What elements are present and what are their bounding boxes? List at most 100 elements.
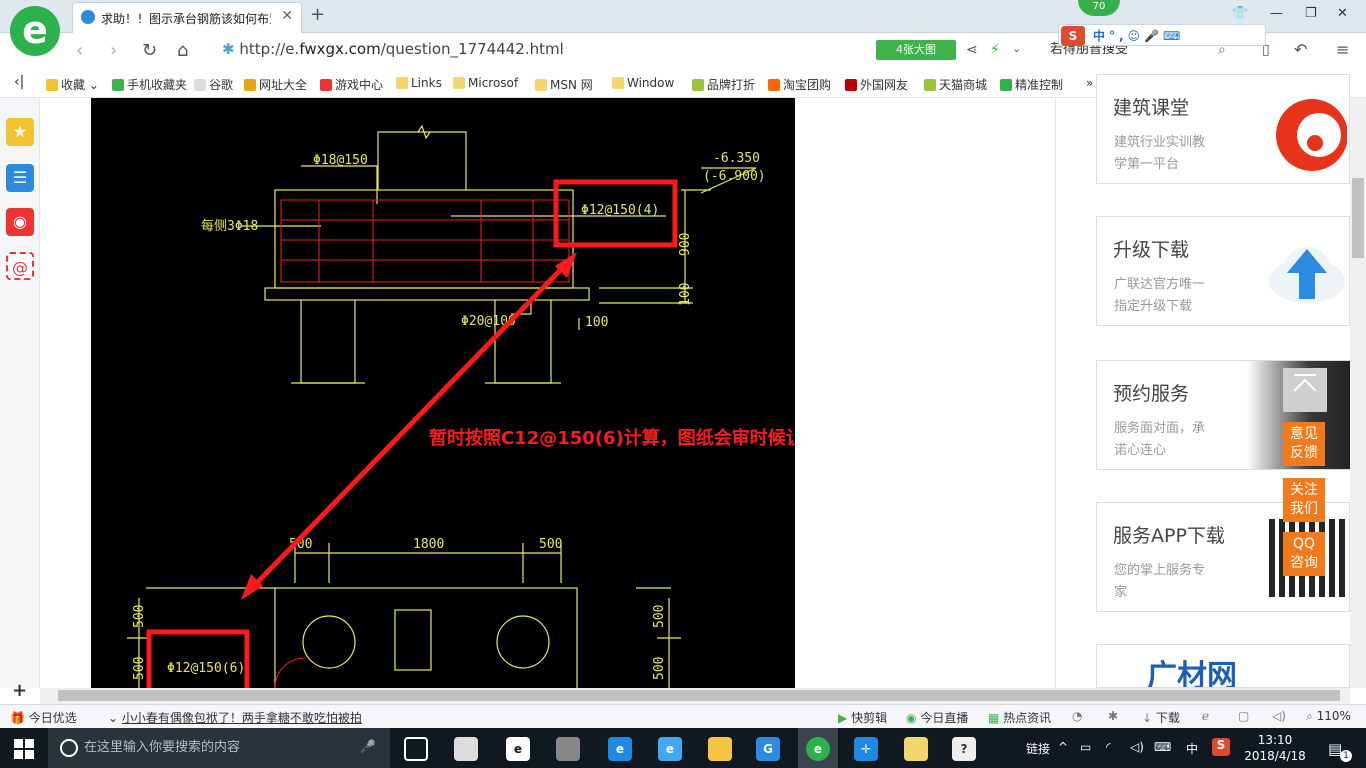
move-app-icon[interactable]: ✛ (854, 737, 878, 761)
window-icon[interactable]: ▢ (1238, 709, 1249, 723)
windows-start-icon[interactable] (14, 739, 34, 759)
microphone-icon: 🎤 (359, 740, 376, 755)
shirt-icon[interactable]: 👕 (1232, 6, 1248, 21)
tray-expand-icon[interactable]: ^ (1058, 740, 1068, 754)
home-button[interactable]: ⌂ (177, 40, 188, 61)
task-view-icon[interactable] (404, 737, 428, 761)
url-path: /question_1774442.html (380, 40, 564, 58)
bookmark-item[interactable]: 外国网友 (845, 76, 908, 93)
add-sidebar-button[interactable]: + (12, 680, 27, 701)
notes-app-icon[interactable] (904, 737, 928, 761)
download-button[interactable]: ↓ 下载 (1142, 709, 1180, 726)
vertical-scroll-thumb[interactable] (1352, 178, 1364, 258)
bookmark-item[interactable]: Window (612, 76, 674, 90)
fan-app-icon[interactable] (454, 737, 478, 761)
card-desc: 广联达官方唯一 (1114, 277, 1206, 292)
ime-toolbar[interactable]: S 中°,☺🎤⌨ (1058, 24, 1266, 46)
drawing-annotation: 暂时按照C12@150(6)计算，图纸会审时候让设计明确 (429, 427, 795, 449)
highlight-box-bottom (146, 629, 250, 688)
wifi-icon[interactable]: ◜ (1106, 740, 1111, 754)
back-button[interactable]: ‹ (76, 40, 83, 61)
sogou-tray-icon[interactable]: S (1212, 738, 1230, 756)
bookmark-item[interactable]: Links (396, 76, 442, 90)
star-icon (46, 79, 58, 91)
bookmark-item[interactable]: 天猫商城 (924, 76, 987, 93)
sidebar-toggle-icon[interactable]: ‹| (14, 74, 24, 90)
help-app-icon[interactable]: ? (952, 737, 976, 761)
news-ticker[interactable]: ⌄ 小小春有偶像包袱了！两手拿糖不敢吃怕被拍 (108, 709, 362, 726)
refresh-button[interactable]: ↻ (142, 40, 157, 61)
ie-mode-icon[interactable]: ℯ (1202, 709, 1209, 723)
bookmark-item[interactable]: 游戏中心 (320, 76, 383, 93)
weibo-icon[interactable]: ◉ (6, 208, 34, 236)
favorites-icon[interactable]: ★ (6, 118, 34, 146)
browser-logo-icon[interactable]: e (10, 6, 60, 56)
clock[interactable]: 13:10 2018/4/18 (1240, 732, 1310, 764)
edge-icon[interactable]: e (608, 737, 632, 761)
qq-consult-button[interactable]: QQ 咨询 (1283, 532, 1325, 576)
live-button[interactable]: ◉ 今日直播 (906, 709, 968, 726)
tab-active[interactable]: 求助！！图示承台钢筋该如何布置 ✕ (72, 2, 302, 33)
menu-icon[interactable]: ≡ (1336, 40, 1349, 59)
more-bookmarks-icon[interactable]: » (1086, 76, 1093, 90)
card-building-class[interactable]: 建筑课堂 建筑行业实训教 学第一平台 (1096, 74, 1350, 184)
bookmark-item[interactable]: 淘宝团购 (768, 76, 831, 93)
today-picks-button[interactable]: 🎁 今日优选 (10, 709, 77, 726)
link-label[interactable]: 链接 (1026, 740, 1050, 757)
drawing-label-boxed-top: Φ12@150(4) (581, 203, 659, 218)
view-images-button[interactable]: 4张大图 (876, 40, 956, 60)
address-bar[interactable]: ✱ http://e.fwxgx.com/question_1774442.ht… (222, 40, 862, 62)
bug-icon[interactable]: ✱ (1108, 709, 1118, 723)
bookmark-item[interactable]: 谷歌 (194, 76, 233, 93)
horizontal-scroll-thumb[interactable] (58, 690, 1340, 701)
volume-icon[interactable]: ◁) (1272, 709, 1286, 723)
bookmark-item[interactable]: 品牌打折 (692, 76, 755, 93)
bookmark-item[interactable]: Microsof (453, 76, 518, 90)
forward-button[interactable]: › (110, 40, 117, 61)
speaker-icon[interactable]: ◁) (1130, 740, 1144, 754)
flag-icon (845, 79, 857, 91)
minimize-button[interactable]: — (1270, 6, 1283, 21)
sogou-logo-icon: S (1061, 26, 1085, 46)
undo-icon[interactable]: ↶ (1294, 40, 1307, 59)
bookmark-item[interactable]: 网址大全 (244, 76, 307, 93)
mail-icon[interactable]: @ (6, 252, 34, 280)
share-icon[interactable]: ⋖ (966, 42, 978, 58)
speed-icon[interactable]: ◔ (1072, 709, 1082, 723)
bookmark-item[interactable]: MSN 网 (535, 76, 593, 93)
input-lang[interactable]: 中 (1186, 740, 1198, 757)
file-explorer-icon[interactable] (708, 737, 732, 761)
gift-icon: 🎁 (10, 711, 25, 725)
restore-button[interactable]: ❐ (1305, 6, 1317, 21)
ie-taskbar-icon[interactable]: e (506, 737, 530, 761)
tab-close-icon[interactable]: ✕ (281, 8, 293, 24)
new-tab-button[interactable]: + (310, 4, 325, 25)
card-title: 预约服务 (1113, 383, 1190, 405)
lightning-icon[interactable]: ⚡ (990, 42, 1000, 58)
back-to-top-button[interactable] (1283, 368, 1327, 412)
card-desc: 诺心连心 (1114, 443, 1167, 458)
bookmark-item[interactable]: 手机收藏夹 (112, 76, 187, 93)
battery-icon[interactable]: ▭ (1080, 740, 1091, 754)
glodon-app-icon[interactable]: G (756, 737, 780, 761)
internet-explorer-icon[interactable]: e (658, 737, 682, 761)
spiral-app-icon[interactable] (556, 737, 580, 761)
chevron-down-icon[interactable]: ⌄ (1012, 42, 1021, 55)
browser-taskbar-icon[interactable]: e (806, 737, 830, 761)
reader-icon[interactable]: ☰ (6, 164, 34, 192)
close-window-button[interactable]: ✕ (1337, 6, 1348, 21)
folder-icon (535, 79, 547, 91)
quick-cut-button[interactable]: ▶ 快剪辑 (838, 709, 887, 726)
feedback-button[interactable]: 意见 反馈 (1283, 422, 1325, 466)
bookmark-item[interactable]: 精准控制 (1000, 76, 1063, 93)
card-upgrade-download[interactable]: 升级下载 广联达官方唯一 指定升级下载 (1096, 216, 1350, 326)
hot-news-button[interactable]: ▦ 热点资讯 (988, 709, 1051, 726)
bookmark-item[interactable]: 收藏 ⌄ (46, 76, 99, 93)
follow-us-button[interactable]: 关注 我们 (1283, 478, 1325, 522)
drawing-elevation-1: -6.350 (713, 151, 760, 166)
card-brand[interactable]: 广材网 (1096, 644, 1350, 688)
taskbar-search-input[interactable]: 在这里输入你要搜索的内容 🎤 (48, 728, 390, 768)
keyboard-icon[interactable]: ⌨ (1154, 740, 1171, 754)
drawing-label-boxed-bottom: Φ12@150(6) (167, 661, 245, 676)
zoom-level[interactable]: ⌕ 110% (1306, 709, 1351, 724)
